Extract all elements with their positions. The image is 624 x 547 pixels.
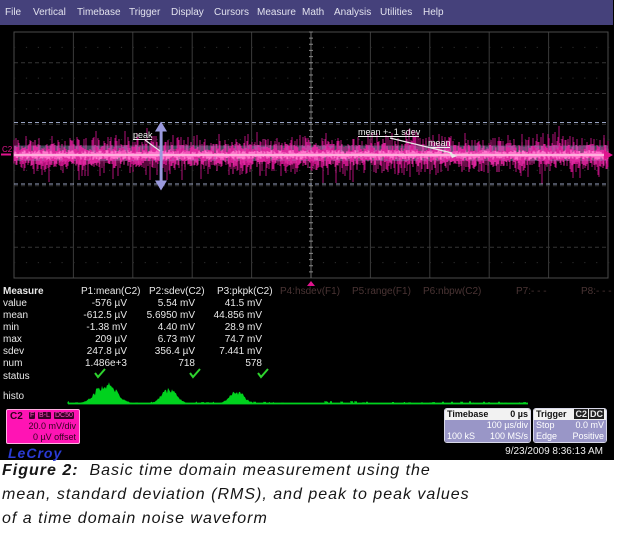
svg-text:C2: C2	[2, 145, 13, 154]
svg-text:peak: peak	[133, 130, 153, 140]
svg-text:mean: mean	[428, 138, 451, 148]
svg-text:mean +- 1 sdev: mean +- 1 sdev	[358, 127, 421, 137]
